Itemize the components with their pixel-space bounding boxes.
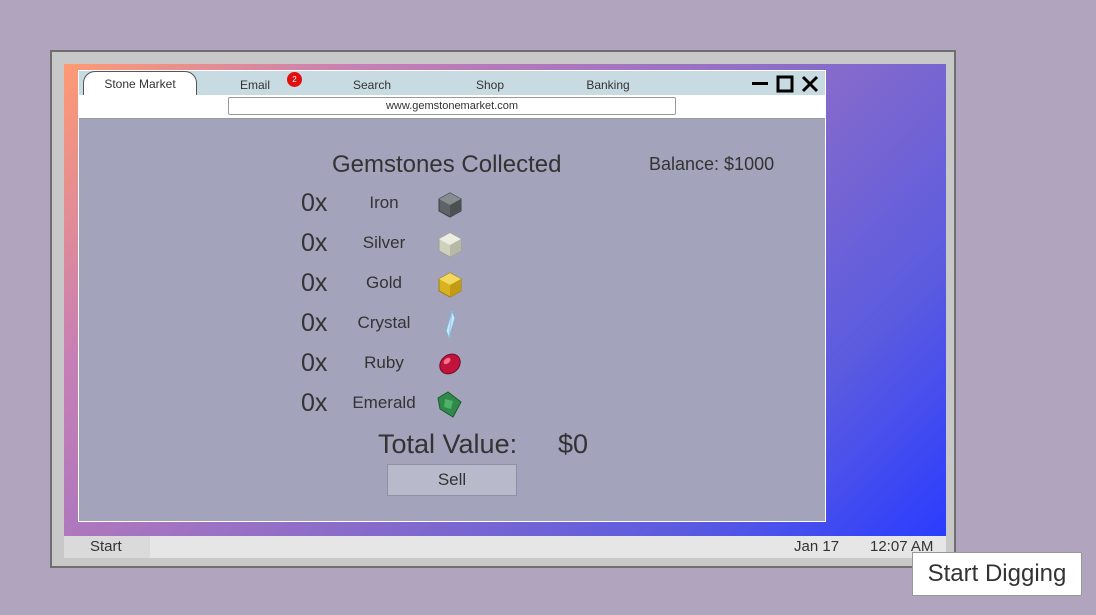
balance-label: Balance: $1000 bbox=[649, 154, 775, 174]
gem-name: Gold bbox=[366, 273, 402, 292]
gem-name: Silver bbox=[362, 233, 406, 252]
browser-window: Stone Market Email 2 Search Shop Banking… bbox=[78, 70, 826, 522]
gem-row-iron: 0x Iron bbox=[79, 187, 825, 227]
minimize-icon[interactable] bbox=[751, 75, 769, 93]
taskbar-date: Jan 17 bbox=[794, 538, 840, 555]
computer-monitor: Stone Market Email 2 Search Shop Banking… bbox=[50, 50, 956, 568]
email-notification-badge: 2 bbox=[287, 72, 302, 87]
emerald-icon bbox=[437, 391, 462, 418]
sell-button[interactable]: Sell bbox=[387, 464, 517, 496]
gem-name: Emerald bbox=[352, 393, 416, 412]
close-icon[interactable] bbox=[801, 75, 819, 93]
start-digging-button[interactable]: Start Digging bbox=[912, 552, 1082, 596]
gem-row-gold: 0x Gold bbox=[79, 267, 825, 307]
gem-count: 0x bbox=[301, 349, 328, 377]
gem-count: 0x bbox=[301, 189, 328, 217]
url-field[interactable]: www.gemstonemarket.com bbox=[228, 97, 676, 115]
maximize-icon[interactable] bbox=[776, 75, 794, 93]
gem-count: 0x bbox=[301, 269, 328, 297]
ruby-icon bbox=[439, 353, 461, 375]
gem-row-emerald: 0x Emerald bbox=[79, 387, 825, 427]
gem-row-silver: 0x Silver bbox=[79, 227, 825, 267]
tab-email[interactable]: Email bbox=[223, 71, 287, 95]
tab-search[interactable]: Search bbox=[337, 71, 407, 95]
tab-stone-market[interactable]: Stone Market bbox=[83, 71, 197, 95]
page-title: Gemstones Collected bbox=[332, 151, 562, 178]
gem-row-ruby: 0x Ruby bbox=[79, 347, 825, 387]
taskbar: Start Jan 17 12:07 AM bbox=[64, 536, 946, 558]
gem-count: 0x bbox=[301, 309, 328, 337]
tab-banking[interactable]: Banking bbox=[573, 71, 643, 95]
crystal-icon bbox=[445, 309, 456, 339]
gold-ore-icon bbox=[438, 272, 462, 298]
start-button[interactable]: Start bbox=[64, 536, 150, 558]
gem-count: 0x bbox=[301, 229, 328, 257]
iron-ore-icon bbox=[438, 192, 462, 218]
gem-row-crystal: 0x Crystal bbox=[79, 307, 825, 347]
gem-count: 0x bbox=[301, 389, 328, 417]
market-panel: Gemstones Collected Balance: $1000 0x Ir… bbox=[79, 119, 825, 521]
gem-name: Crystal bbox=[357, 313, 411, 332]
desktop: Stone Market Email 2 Search Shop Banking… bbox=[64, 64, 946, 536]
gem-name: Ruby bbox=[364, 353, 404, 372]
gem-name: Iron bbox=[369, 193, 399, 212]
total-value-amount: $0 bbox=[558, 429, 589, 459]
tab-shop[interactable]: Shop bbox=[459, 71, 521, 95]
address-bar: www.gemstonemarket.com bbox=[79, 95, 825, 119]
total-value-label: Total Value: bbox=[378, 429, 518, 459]
tab-bar: Stone Market Email 2 Search Shop Banking bbox=[79, 71, 825, 95]
silver-ore-icon bbox=[438, 232, 462, 258]
